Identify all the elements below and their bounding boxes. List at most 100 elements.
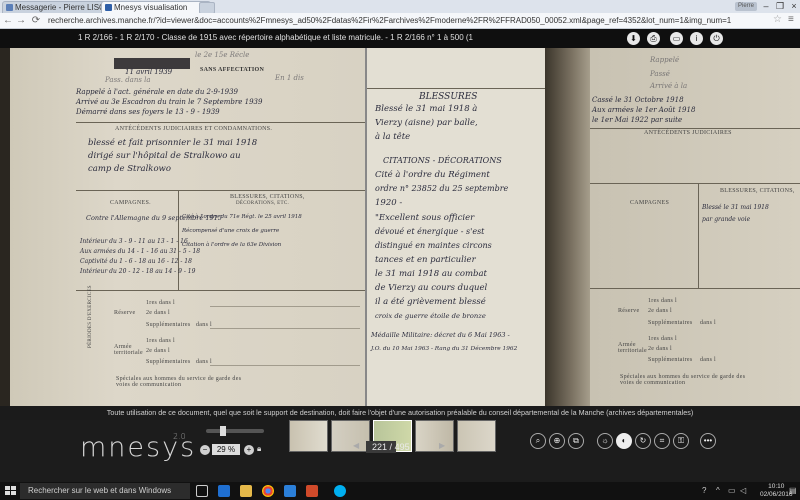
entry-text: dévoué et énergique - s'est <box>375 227 485 236</box>
taskbar-clock[interactable]: 10:10 02/06/2016 <box>760 483 793 499</box>
rule <box>210 328 360 329</box>
help-icon[interactable]: ? <box>702 486 706 495</box>
entry-text: Pass. dans la <box>105 76 151 84</box>
print-icon[interactable]: ⎙ <box>647 32 660 45</box>
rotate-icon[interactable]: ↻ <box>635 433 651 449</box>
form-label: Armée territoriale <box>114 344 143 356</box>
info-icon[interactable]: i <box>690 32 703 45</box>
book-gutter <box>545 48 590 406</box>
entry-text: Médaille Militaire: décret du 6 Mai 1963… <box>371 331 510 339</box>
entry-text: camp de Stralkowo <box>88 164 171 174</box>
contrast-icon[interactable]: ◐ <box>616 433 632 449</box>
page-indicator: 221 / 495 <box>372 442 410 452</box>
browser-tab-bar: Messagerie - Pierre LISO × Mnesys visual… <box>0 0 800 14</box>
entry-text: tances et en particulier <box>375 255 476 265</box>
form-label: Supplémentaires <box>648 357 693 363</box>
fullscreen-icon[interactable]: ▭ <box>670 32 683 45</box>
skype-icon[interactable] <box>334 485 346 497</box>
maximize-button[interactable]: ❐ <box>773 0 787 12</box>
document-title: 1 R 2/166 - 1 R 2/170 - Classe de 1915 a… <box>78 33 473 42</box>
tray-up-icon[interactable]: ^ <box>716 486 720 495</box>
register-page-right: Rappelé Passé Arrivé à la Cassé le 31 Oc… <box>590 48 800 406</box>
entry-text: J.O. du 10 Mai 1963 - Rang du 31 Décembr… <box>371 346 518 352</box>
form-label: 1res dans l <box>648 298 677 304</box>
windows-start-icon[interactable] <box>5 486 16 496</box>
bookmark-star-icon[interactable]: ☆ <box>773 14 782 25</box>
entry-text: "Excellent sous officier <box>375 213 475 223</box>
entry-text: par grande voie <box>702 216 751 223</box>
entry-text: Aux armées le 1er Août 1918 <box>592 106 696 114</box>
next-page-icon[interactable]: ▶ <box>439 441 445 450</box>
task-view-icon[interactable] <box>196 485 208 497</box>
register-page-center: BLESSURES Blessé le 31 mai 1918 à Vierzy… <box>365 48 549 406</box>
more-icon[interactable]: ••• <box>700 433 716 449</box>
battery-icon[interactable]: ▭ <box>728 486 736 495</box>
entry-text: En 1 dis <box>275 74 304 82</box>
lock-view-icon[interactable]: ⚿ <box>673 433 689 449</box>
crop-icon[interactable]: ⌗ <box>654 433 670 449</box>
chrome-icon[interactable] <box>262 485 274 497</box>
entry-text: Intérieur du 3 - 9 - 11 au 13 - 1 - 16 <box>80 238 188 245</box>
brightness-icon[interactable]: ☼ <box>597 433 613 449</box>
entry-text: Passé <box>650 70 670 78</box>
form-label: Réserve <box>618 308 640 314</box>
form-label: Armée territoriale <box>618 342 647 354</box>
address-bar: ← → ⟳ recherche.archives.manche.fr/?id=v… <box>0 13 800 29</box>
page-thumbnail[interactable] <box>415 420 454 452</box>
lock-icon[interactable]: 🔒︎ <box>257 444 261 454</box>
notification-icon[interactable]: ▤ <box>789 486 797 495</box>
viewer-header: 1 R 2/166 - 1 R 2/170 - Classe de 1915 a… <box>0 29 800 48</box>
download-icon[interactable]: ⬇ <box>627 32 640 45</box>
magnifier-icon[interactable]: ⊕ <box>549 433 565 449</box>
power-icon[interactable]: ⏻ <box>710 32 723 45</box>
forward-arrow-icon[interactable]: → <box>15 14 27 27</box>
compare-icon[interactable]: ⧉ <box>568 433 584 449</box>
side-label: PÉRIODES D'EXERCICES <box>88 285 93 348</box>
url-field[interactable]: recherche.archives.manche.fr/?id=viewer&… <box>48 15 768 26</box>
browser-menu-icon[interactable]: ≡ <box>788 14 794 25</box>
form-label: Supplémentaires <box>648 320 693 326</box>
window-user-badge[interactable]: Pierre <box>735 2 757 11</box>
taskbar-search-box[interactable]: Rechercher sur le web et dans Windows <box>20 483 190 499</box>
volume-icon[interactable]: ◁ <box>740 486 746 495</box>
edge-icon[interactable] <box>218 485 230 497</box>
zoom-in-button[interactable]: + <box>244 445 254 455</box>
rule <box>590 288 800 289</box>
close-window-button[interactable]: × <box>787 0 800 12</box>
entry-text: le 2e 15e Récle <box>195 51 250 59</box>
store-icon[interactable] <box>284 485 296 497</box>
reload-icon[interactable]: ⟳ <box>30 14 42 27</box>
section-header: BLESSURES, CITATIONS, <box>720 188 795 194</box>
entry-text: Vierzy (aisne) par balle, <box>375 118 478 128</box>
page-thumbnail[interactable] <box>331 420 370 452</box>
form-label: 1res dans l <box>146 300 175 306</box>
zoom-slider[interactable] <box>206 429 264 433</box>
form-label: 2e dans l <box>146 348 171 354</box>
entry-text: Démarré dans ses foyers le 13 - 9 - 1939 <box>76 108 220 116</box>
entry-text: Rappelé <box>650 56 680 64</box>
zoom-value[interactable]: 29 % <box>212 444 240 455</box>
entry-text: Citation à l'ordre de la 63e Division <box>182 242 282 248</box>
zoom-slider-handle[interactable] <box>219 426 226 436</box>
app-icon[interactable] <box>306 485 318 497</box>
page-icon <box>105 4 112 11</box>
page-thumbnail[interactable] <box>289 420 328 452</box>
document-viewport[interactable]: SANS AFFECTATION 11 avril 1939 le 2e 15e… <box>0 48 800 406</box>
stamp-text: SANS AFFECTATION <box>200 67 265 73</box>
search-icon[interactable]: ⌕ <box>530 433 546 449</box>
back-arrow-icon[interactable]: ← <box>2 14 14 27</box>
entry-text: croix de guerre étoile de bronze <box>375 312 486 320</box>
file-explorer-icon[interactable] <box>240 485 252 497</box>
page-thumbnail[interactable] <box>457 420 496 452</box>
previous-page-icon[interactable]: ◀ <box>353 441 359 450</box>
form-label: Supplémentaires <box>146 322 191 328</box>
entry-text: Arrivé à la <box>650 82 688 90</box>
minimize-button[interactable]: – <box>759 0 773 12</box>
section-header: BLESSURES, CITATIONS, <box>230 194 305 200</box>
entry-text: distingué en maintes circons <box>375 241 492 250</box>
form-label: Spéciales aux hommes du service de garde… <box>620 374 746 386</box>
zoom-out-button[interactable]: − <box>200 445 210 455</box>
section-header: CAMPAGNES. <box>110 200 151 206</box>
tab-label: Messagerie - Pierre LISO <box>15 3 106 12</box>
rule <box>76 122 365 123</box>
